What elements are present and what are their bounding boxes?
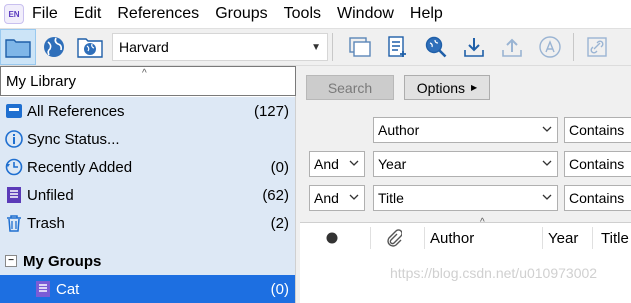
group-list: All References (127) Sync Status... Rece… — [0, 97, 295, 303]
chevron-down-icon — [542, 160, 552, 166]
sync-status-icon — [5, 130, 23, 148]
online-search-icon[interactable] — [36, 29, 72, 65]
open-pdf-icon[interactable] — [531, 29, 569, 65]
options-button[interactable]: Options ▶ — [404, 75, 490, 100]
group-item-trash[interactable]: Trash (2) — [0, 209, 295, 237]
watermark: https://blog.csdn.net/u010973002 — [390, 265, 598, 281]
my-groups-label: My Groups — [23, 252, 102, 270]
group-item-cat[interactable]: Cat (0) — [0, 275, 295, 303]
boolean-select-2[interactable]: And — [309, 151, 365, 177]
menu-references[interactable]: References — [109, 0, 207, 28]
column-label: Title — [601, 229, 629, 247]
search-field-select-1[interactable]: Author — [373, 117, 558, 143]
column-divider — [592, 227, 593, 249]
my-groups-header[interactable]: − My Groups — [0, 247, 295, 275]
column-divider — [370, 227, 371, 249]
search-operator-value: Contains — [569, 122, 625, 138]
read-status-column-icon[interactable] — [326, 223, 340, 253]
search-field-value: Author — [378, 122, 420, 138]
options-label: Options — [416, 79, 466, 96]
group-item-label: All References — [27, 102, 125, 120]
chevron-down-icon — [349, 194, 359, 200]
column-divider — [424, 227, 425, 249]
group-item-label: Recently Added — [27, 158, 133, 176]
search-operator-select-3[interactable]: Contains — [564, 185, 631, 211]
group-item-label: Trash — [27, 214, 65, 232]
menu-edit[interactable]: Edit — [66, 0, 110, 28]
search-field-value: Year — [378, 156, 407, 172]
column-header-year[interactable]: Year — [548, 223, 578, 253]
group-item-sync-status[interactable]: Sync Status... — [0, 125, 295, 153]
search-field-select-3[interactable]: Title — [373, 185, 558, 211]
chevron-down-icon — [542, 194, 552, 200]
collapse-icon[interactable]: − — [5, 255, 17, 267]
reference-list: Author ^ Year Title https://blog.csdn.ne… — [300, 217, 631, 303]
chevron-down-icon — [349, 160, 359, 166]
link-icon[interactable] — [578, 29, 616, 65]
boolean-select-3[interactable]: And — [309, 185, 365, 211]
integrated-library-icon[interactable] — [72, 29, 108, 65]
output-style-value: Harvard — [119, 39, 169, 55]
group-icon — [34, 280, 52, 298]
output-style-select[interactable]: Harvard ▼ — [112, 33, 328, 61]
search-panel: Search Options ▶ Author Contains And Yea… — [296, 66, 631, 303]
endnote-logo-icon: EN — [4, 4, 24, 24]
column-label: Author — [430, 229, 475, 247]
group-item-count: (2) — [270, 214, 289, 232]
unfiled-icon — [5, 186, 23, 204]
chevron-down-icon: ▼ — [311, 41, 321, 53]
search-operator-select-2[interactable]: Contains — [564, 151, 631, 177]
group-item-count: (62) — [262, 186, 289, 204]
menu-tools[interactable]: Tools — [276, 0, 329, 28]
group-item-all-references[interactable]: All References (127) — [0, 97, 295, 125]
sort-caret-icon: ^ — [142, 68, 147, 79]
search-operator-value: Contains — [569, 190, 625, 206]
copy-to-library-icon[interactable] — [341, 29, 379, 65]
group-item-count: (127) — [253, 102, 289, 120]
column-label: Year — [548, 229, 579, 247]
export-icon[interactable] — [493, 29, 531, 65]
group-item-label: Cat — [56, 280, 80, 298]
boolean-value: And — [314, 156, 339, 172]
recently-added-icon — [5, 158, 23, 176]
local-library-icon[interactable] — [0, 29, 36, 65]
menu-window[interactable]: Window — [329, 0, 402, 28]
search-button[interactable]: Search — [306, 75, 394, 100]
group-item-unfiled[interactable]: Unfiled (62) — [0, 181, 295, 209]
group-item-count: (0) — [270, 280, 289, 298]
search-operator-select-1[interactable]: Contains — [564, 117, 631, 143]
import-icon[interactable] — [455, 29, 493, 65]
menu-groups[interactable]: Groups — [207, 0, 275, 28]
search-operator-value: Contains — [569, 156, 625, 172]
options-arrow-icon: ▶ — [471, 83, 478, 92]
menu-help[interactable]: Help — [402, 0, 451, 28]
trash-icon — [5, 214, 23, 232]
menu-bar: EN File Edit References Groups Tools Win… — [0, 0, 631, 28]
find-full-text-icon[interactable] — [417, 29, 455, 65]
all-references-icon — [5, 102, 23, 120]
library-header[interactable]: ^ My Library — [0, 66, 296, 96]
toolbar: Harvard ▼ — [0, 28, 631, 66]
chevron-down-icon — [542, 126, 552, 132]
column-header-author[interactable]: Author — [430, 223, 474, 253]
search-field-value: Title — [378, 190, 404, 206]
search-field-select-2[interactable]: Year — [373, 151, 558, 177]
attachment-column-icon[interactable] — [386, 223, 406, 253]
group-item-recently-added[interactable]: Recently Added (0) — [0, 153, 295, 181]
sort-caret-icon: ^ — [480, 217, 485, 228]
new-reference-icon[interactable] — [379, 29, 417, 65]
groups-panel: ^ My Library All References (127) Sync S… — [0, 66, 296, 303]
boolean-value: And — [314, 190, 339, 206]
column-divider — [542, 227, 543, 249]
library-title: My Library — [6, 72, 77, 90]
toolbar-separator — [573, 33, 574, 61]
group-item-count: (0) — [270, 158, 289, 176]
group-item-label: Sync Status... — [27, 130, 120, 148]
group-item-label: Unfiled — [27, 186, 74, 204]
toolbar-separator — [332, 33, 333, 61]
menu-file[interactable]: File — [28, 0, 66, 28]
column-header-title[interactable]: Title — [601, 223, 629, 253]
